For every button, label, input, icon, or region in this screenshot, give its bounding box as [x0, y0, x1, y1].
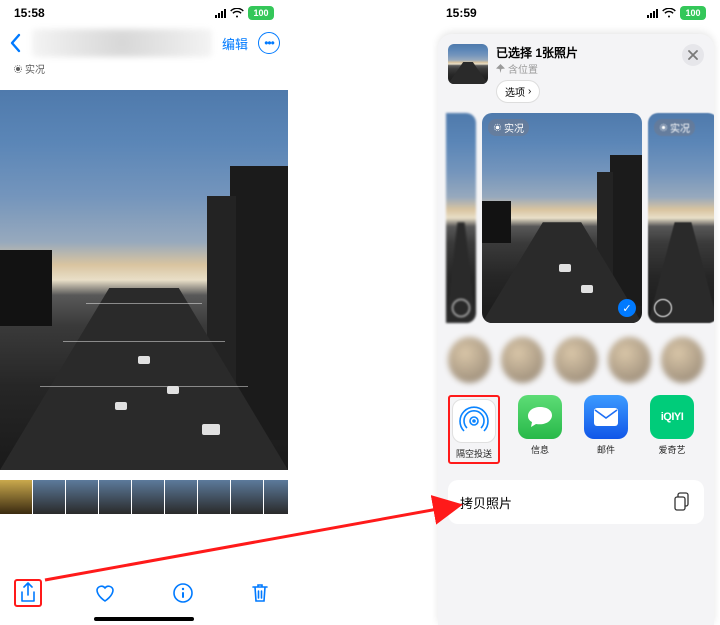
wifi-icon — [662, 8, 676, 18]
airdrop-app[interactable]: 隔空投送 — [448, 395, 500, 464]
share-button[interactable] — [14, 579, 42, 607]
left-screen: 15:58 100 编辑 ••• 实况 — [0, 0, 288, 625]
mail-icon — [593, 407, 619, 427]
app-label: 邮件 — [580, 443, 632, 456]
status-icons: 100 — [215, 6, 274, 20]
live-photo-badge: 实况 — [488, 119, 529, 136]
main-photo[interactable] — [0, 90, 288, 470]
more-button[interactable]: ••• — [258, 32, 280, 54]
share-info: 已选择 1张照片 含位置 选项 › — [496, 44, 674, 103]
app-label: 信息 — [514, 443, 566, 456]
selectable-photo[interactable]: 实况 — [648, 113, 714, 323]
signal-icon — [647, 8, 658, 18]
thumbnail-strip[interactable] — [0, 480, 288, 514]
close-button[interactable] — [682, 44, 704, 66]
copy-icon — [674, 492, 692, 512]
live-photo-badge: 实况 — [654, 119, 695, 136]
wifi-icon — [230, 8, 244, 18]
status-bar: 15:59 100 — [432, 0, 720, 26]
messages-icon — [527, 405, 553, 429]
share-header: 已选择 1张照片 含位置 选项 › — [438, 34, 714, 109]
location-icon — [496, 64, 505, 73]
status-icons: 100 — [647, 6, 706, 20]
share-sheet: 已选择 1张照片 含位置 选项 › — [438, 34, 714, 625]
home-indicator — [94, 617, 194, 621]
share-title: 已选择 1张照片 — [496, 44, 674, 61]
unchecked-icon[interactable] — [654, 299, 672, 317]
right-screen: 15:59 100 已选择 1张照片 含位置 选项 — [432, 0, 720, 625]
info-button[interactable] — [169, 579, 197, 607]
screen-gap — [288, 0, 432, 625]
share-apps-row: 隔空投送 信息 邮件 iQIYI 爱奇艺 — [438, 389, 714, 470]
bottom-toolbar — [0, 567, 288, 619]
status-bar: 15:58 100 — [0, 0, 288, 26]
app-label: 爱奇艺 — [646, 443, 698, 456]
nav-title-blurred — [32, 29, 212, 57]
delete-button[interactable] — [246, 579, 274, 607]
contact-avatar[interactable] — [501, 337, 544, 383]
edit-button[interactable]: 编辑 — [222, 34, 248, 53]
app-label: 隔空投送 — [452, 447, 496, 460]
contacts-row[interactable] — [438, 329, 714, 389]
unchecked-icon[interactable] — [452, 299, 470, 317]
airdrop-icon — [459, 406, 489, 436]
iqiyi-icon: iQIYI — [661, 411, 684, 423]
contact-avatar[interactable] — [448, 337, 491, 383]
action-label: 拷贝照片 — [460, 493, 512, 512]
signal-icon — [215, 8, 226, 18]
back-button[interactable] — [8, 33, 22, 53]
share-subtitle: 含位置 — [496, 61, 674, 76]
iqiyi-app[interactable]: iQIYI 爱奇艺 — [646, 395, 698, 464]
nav-bar: 编辑 ••• — [0, 26, 288, 60]
contact-avatar[interactable] — [608, 337, 651, 383]
copy-photo-action[interactable]: 拷贝照片 — [448, 480, 704, 524]
contact-avatar[interactable] — [661, 337, 704, 383]
live-photo-badge: 实况 — [8, 60, 50, 77]
selectable-photo-selected[interactable]: 实况 ✓ — [482, 113, 642, 323]
mail-app[interactable]: 邮件 — [580, 395, 632, 464]
checked-icon[interactable]: ✓ — [618, 299, 636, 317]
contact-avatar[interactable] — [554, 337, 597, 383]
live-label: 实况 — [25, 61, 45, 76]
options-button[interactable]: 选项 › — [496, 80, 540, 103]
favorite-button[interactable] — [91, 579, 119, 607]
share-preview-thumb — [448, 44, 488, 84]
status-time: 15:58 — [14, 6, 45, 20]
status-time: 15:59 — [446, 6, 477, 20]
battery-icon: 100 — [680, 6, 706, 20]
chevron-right-icon: › — [528, 86, 531, 97]
selectable-photo[interactable] — [446, 113, 476, 323]
messages-app[interactable]: 信息 — [514, 395, 566, 464]
photo-selection-row[interactable]: 实况 ✓ 实况 — [438, 109, 714, 329]
battery-icon: 100 — [248, 6, 274, 20]
